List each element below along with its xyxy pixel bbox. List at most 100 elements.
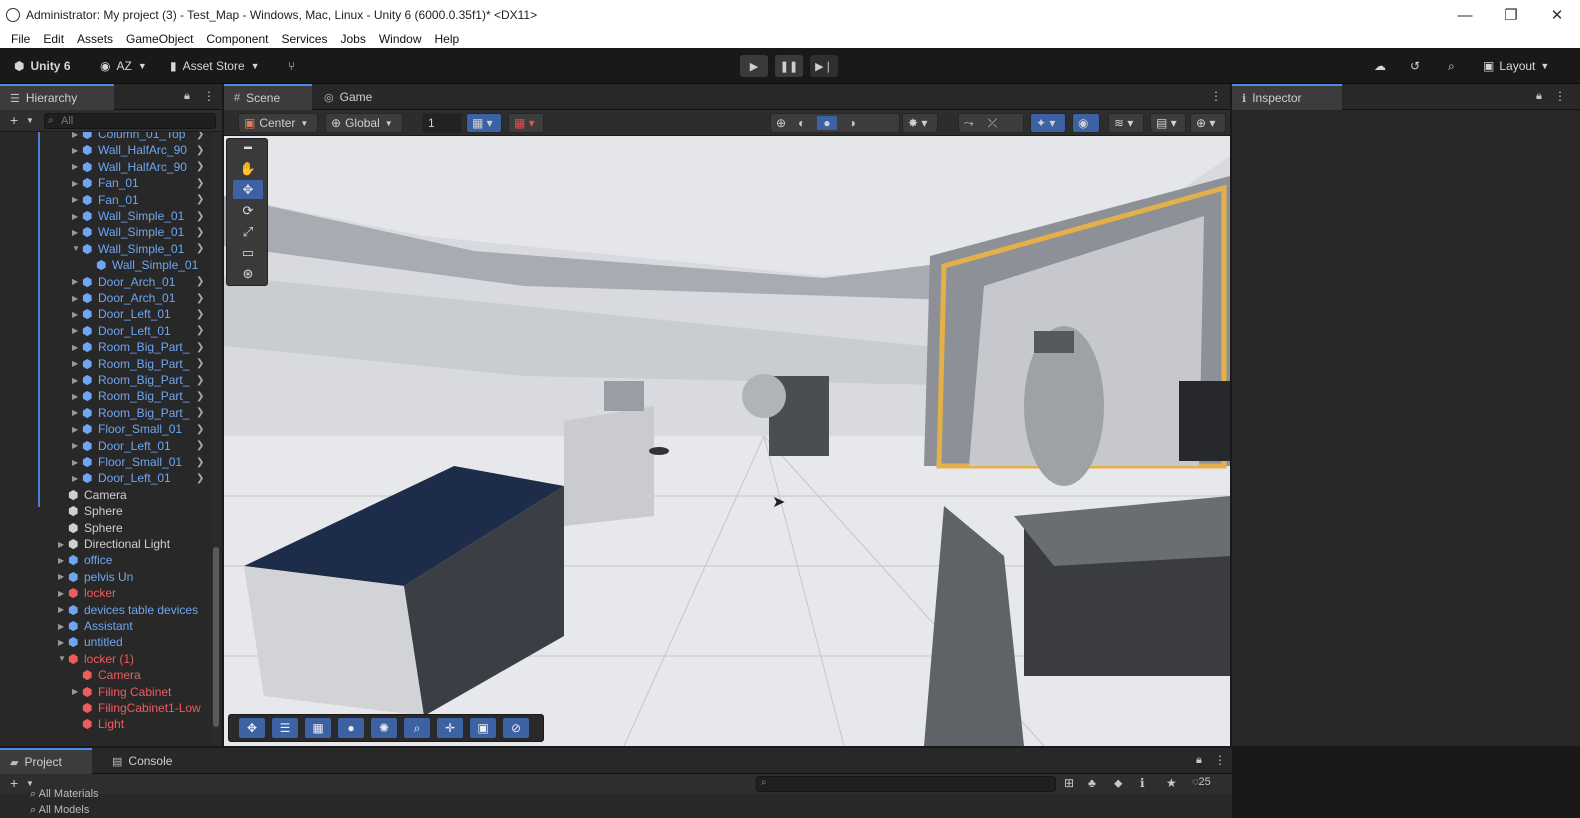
label-icon[interactable]: ⬥ [1114,776,1122,791]
prefab-open-icon[interactable]: ❯ [196,243,204,254]
render-debug-dropdown[interactable]: ✸ ▾ [902,113,938,133]
lock-icon[interactable]: 🔒︎ [1196,754,1202,767]
hierarchy-row[interactable]: ▶ ⬢ office [0,552,212,568]
space-dropdown[interactable]: ⊕ Global ▼ [325,113,403,133]
shaded-icon[interactable]: ● [817,116,837,130]
hierarchy-row[interactable]: ▶ ⬢ Fan_01 ❯ [0,175,212,191]
prefab-open-icon[interactable]: ❯ [196,145,204,156]
layout-dropdown[interactable]: ▣ Layout ▼ [1483,56,1549,76]
zoom-icon[interactable]: ⌕ [404,718,430,738]
hierarchy-row[interactable]: ▶ ⬢ Door_Arch_01 ❯ [0,290,212,306]
expand-arrow-icon[interactable]: ▶ [72,343,78,352]
prefab-open-icon[interactable]: ❯ [196,276,204,287]
move-tool-icon[interactable]: ✥ [233,180,263,199]
prefab-open-icon[interactable]: ❯ [196,309,204,320]
overlays-dropdown[interactable]: ▤ ▾ [1150,113,1186,133]
tab-game[interactable]: ◎ Game [314,84,394,110]
hierarchy-row[interactable]: ⬢ FilingCabinet1-Low [0,700,212,716]
hierarchy-row[interactable]: ▶ ⬢ Door_Left_01 ❯ [0,438,212,454]
hierarchy-row[interactable]: ▶ ⬢ Door_Left_01 ❯ [0,470,212,486]
probe-icon[interactable]: ✺ [371,718,397,738]
expand-arrow-icon[interactable]: ▶ [72,195,78,204]
hierarchy-row[interactable]: ▶ ⬢ Door_Left_01 ❯ [0,306,212,322]
step-button[interactable]: ▶❘ [810,55,838,77]
hierarchy-row[interactable]: ▶ ⬢ Door_Arch_01 ❯ [0,274,212,290]
search-button[interactable]: ⌕ [1448,56,1455,76]
add-icon[interactable]: + [10,112,18,128]
hidden-count[interactable]: ◌25 [1192,776,1211,788]
grid-snap-button[interactable]: ▦ ▾ [466,113,502,133]
pivot-snap-icon[interactable]: ✛ [437,718,463,738]
expand-arrow-icon[interactable]: ▶ [72,441,78,450]
hierarchy-row[interactable]: ▶ ⬢ Fan_01 ❯ [0,192,212,208]
prefab-open-icon[interactable]: ❯ [196,424,204,435]
camera-icon[interactable]: ▣ [470,718,496,738]
collapse-arrow-icon[interactable]: ▼ [58,654,66,663]
menu-window[interactable]: Window [379,32,422,46]
prefab-open-icon[interactable]: ❯ [196,211,204,222]
grid-toggle-icon[interactable]: ▦ [305,718,331,738]
prefab-open-icon[interactable]: ❯ [196,161,204,172]
hand-tool-icon[interactable]: ✋ [233,159,263,178]
expand-arrow-icon[interactable]: ▶ [58,572,64,581]
info-icon[interactable]: ℹ [1140,776,1145,790]
prefab-open-icon[interactable]: ❯ [196,358,204,369]
expand-arrow-icon[interactable]: ▶ [72,310,78,319]
lighting-toggle-icon[interactable]: ⤳ [964,116,974,131]
hierarchy-row[interactable]: ▶ ⬢ Room_Big_Part_ ❯ [0,372,212,388]
expand-arrow-icon[interactable]: ▶ [72,687,78,696]
expand-arrow-icon[interactable]: ▶ [58,589,64,598]
expand-arrow-icon[interactable]: ▶ [72,474,78,483]
hierarchy-row[interactable]: ▶ ⬢ Filing Cabinet [0,684,212,700]
expand-arrow-icon[interactable]: ▶ [72,228,78,237]
expand-arrow-icon[interactable]: ▶ [72,277,78,286]
hierarchy-row[interactable]: ▶ ⬢ Wall_HalfArc_90 ❯ [0,159,212,175]
expand-arrow-icon[interactable]: ▶ [72,359,78,368]
lock-icon[interactable]: 🔒︎ [184,90,190,103]
expand-arrow-icon[interactable]: ▶ [58,556,64,565]
hierarchy-row[interactable]: ▶ ⬢ locker [0,585,212,601]
gizmos-dropdown[interactable]: ⊕ ▾ [1190,113,1226,133]
expand-arrow-icon[interactable]: ▶ [72,425,78,434]
menu-edit[interactable]: Edit [43,32,64,46]
menu-assets[interactable]: Assets [77,32,113,46]
wireframe-icon[interactable]: ⊕ [776,116,786,130]
hierarchy-row[interactable]: ▶ ⬢ Room_Big_Part_ ❯ [0,339,212,355]
scene-viewport[interactable]: ▬ ✋ ✥ ⟳ ⤢ ▭ ⊛ ✥ ☰ ▦ ● ✺ ⌕ ✛ ▣ ⊘ ➤ [224,136,1230,746]
pivot-dropdown[interactable]: ▣ Center ▼ [238,113,318,133]
history-button[interactable]: ↺ [1410,56,1420,76]
hierarchy-row[interactable]: ▶ ⬢ Room_Big_Part_ ❯ [0,356,212,372]
menu-help[interactable]: Help [435,32,460,46]
expand-arrow-icon[interactable]: ▶ [72,376,78,385]
expand-arrow-icon[interactable]: ▶ [72,212,78,221]
prefab-open-icon[interactable]: ❯ [196,293,204,304]
tab-project[interactable]: ▰ Project [0,748,92,774]
hierarchy-row[interactable]: ▶ ⬢ Floor_Small_01 ❯ [0,421,212,437]
tab-inspector[interactable]: ℹ Inspector [1232,84,1342,110]
expand-arrow-icon[interactable]: ▶ [72,146,78,155]
scene-visibility-toggle[interactable]: ◉ [1072,113,1100,133]
kebab-menu-icon[interactable]: ⋮ [203,89,215,103]
expand-arrow-icon[interactable]: ▶ [58,638,64,647]
version-control-button[interactable]: ⑂ [288,56,295,76]
search-by-type-icon[interactable]: ⊞ [1064,776,1074,790]
minimize-button[interactable]: — [1442,0,1488,30]
hierarchy-row[interactable]: ⬢ Wall_Simple_01 [0,257,212,273]
chevron-down-icon[interactable]: ▼ [26,116,34,125]
tab-hierarchy[interactable]: ☰ Hierarchy [0,84,114,110]
asset-store-button[interactable]: ▮ Asset Store ▼ [170,56,260,76]
prefab-open-icon[interactable]: ❯ [196,375,204,386]
expand-arrow-icon[interactable]: ▶ [72,408,78,417]
cloud-button[interactable]: ☁ [1374,56,1386,76]
transform-tool-icon[interactable]: ⊛ [233,264,263,283]
prefab-open-icon[interactable]: ❯ [196,440,204,451]
hierarchy-row[interactable]: ▼ ⬢ Wall_Simple_01 ❯ [0,241,212,257]
filter-item-models[interactable]: ⌕ All Models [30,804,89,817]
hierarchy-row[interactable]: ▶ ⬢ Floor_Small_01 ❯ [0,454,212,470]
menu-file[interactable]: File [11,32,30,46]
hierarchy-row[interactable]: ▶ ⬢ Wall_Simple_01 ❯ [0,208,212,224]
menu-services[interactable]: Services [281,32,327,46]
hierarchy-row[interactable]: ▶ ⬢ Directional Light [0,536,212,552]
hierarchy-row[interactable]: ⬢ Camera [0,487,212,503]
menu-jobs[interactable]: Jobs [340,32,365,46]
